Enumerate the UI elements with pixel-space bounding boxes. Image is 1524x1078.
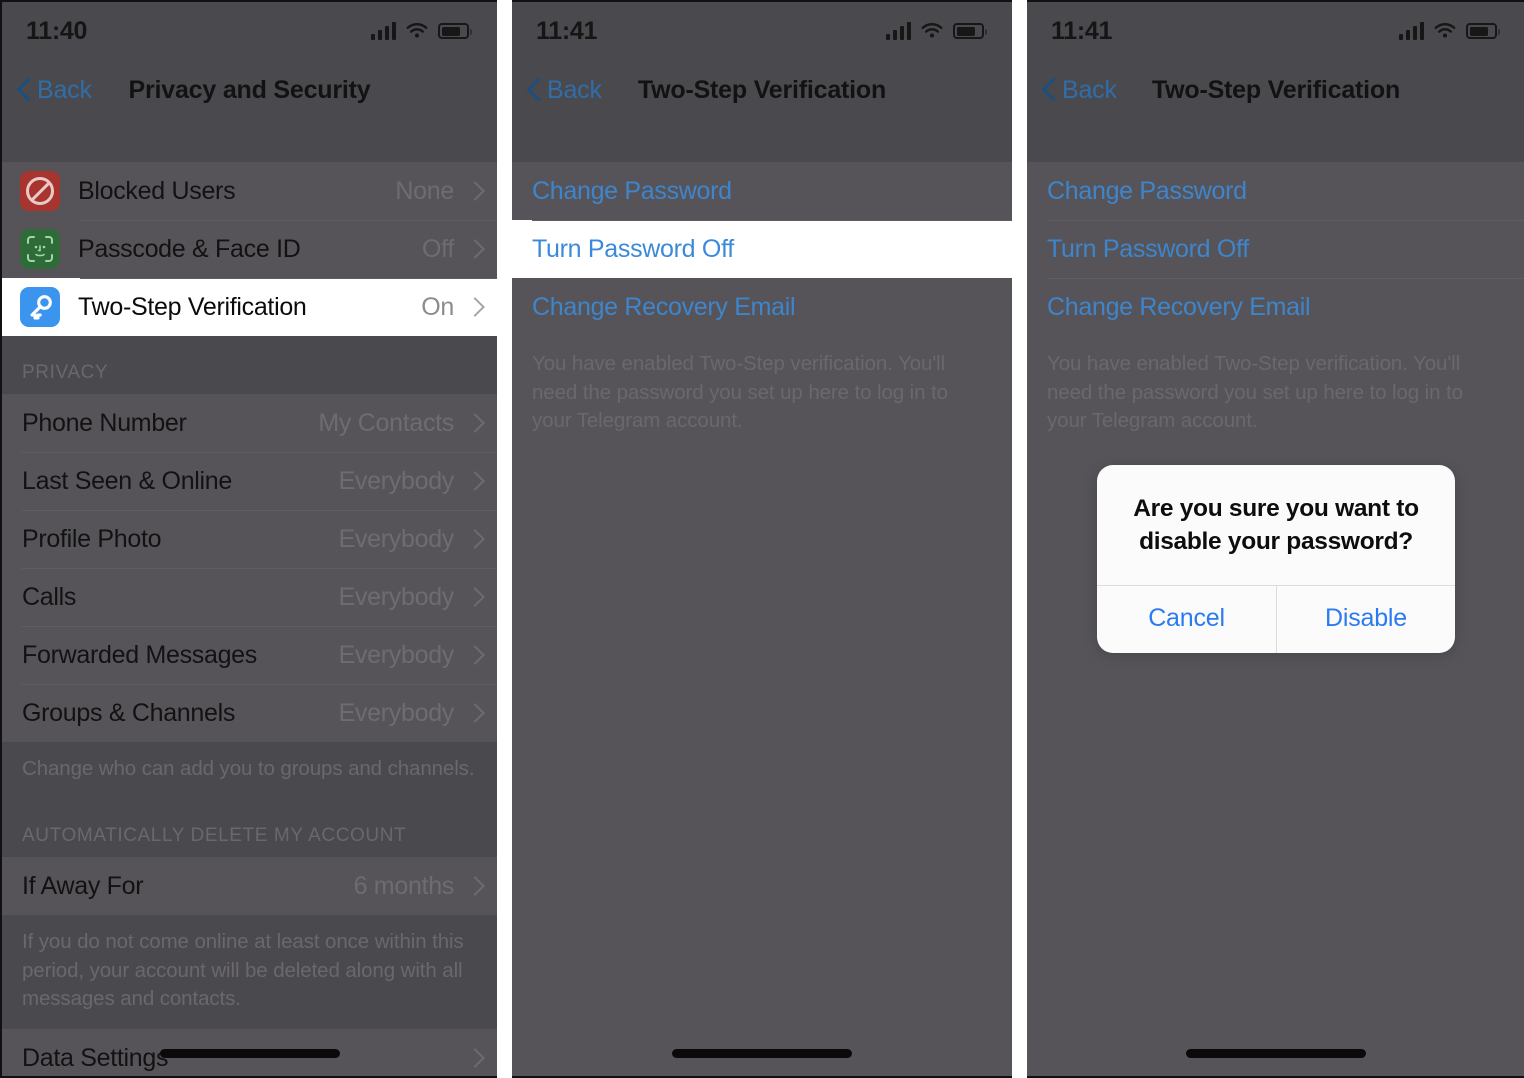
dialog-actions: Cancel Disable — [1097, 584, 1455, 653]
row-value: Everybody — [338, 582, 455, 611]
status-bar: 11:40 — [2, 2, 497, 60]
link-change-password[interactable]: Change Password — [512, 162, 1012, 220]
section-header-auto-delete: AUTOMATICALLY DELETE MY ACCOUNT — [2, 799, 497, 858]
row-label: Phone Number — [22, 408, 187, 437]
home-indicator[interactable] — [1186, 1049, 1366, 1058]
face-id-icon — [20, 229, 60, 269]
wifi-icon — [405, 22, 429, 40]
row-value: Everybody — [338, 698, 455, 727]
row-groups-channels[interactable]: Groups & Channels Everybody — [2, 684, 497, 742]
row-label: If Away For — [22, 871, 144, 900]
chevron-right-icon — [468, 297, 479, 317]
back-label: Back — [547, 75, 602, 104]
row-value: On — [421, 292, 454, 321]
row-passcode-face-id[interactable]: Passcode & Face ID Off — [2, 220, 497, 278]
link-label: Change Recovery Email — [532, 292, 796, 321]
back-button[interactable]: Back — [528, 76, 602, 105]
nav-bar: Back Two-Step Verification — [512, 60, 1012, 120]
row-label: Passcode & Face ID — [78, 234, 301, 263]
row-label: Calls — [22, 582, 77, 611]
nav-bar: Back Privacy and Security — [2, 60, 497, 120]
row-profile-photo[interactable]: Profile Photo Everybody — [2, 510, 497, 568]
chevron-left-icon — [528, 78, 541, 102]
chevron-right-icon — [468, 876, 479, 896]
dialog-body: Are you sure you want to disable your pa… — [1097, 465, 1455, 585]
chevron-right-icon — [468, 471, 479, 491]
chevron-right-icon — [468, 181, 479, 201]
row-two-step-verification[interactable]: Two-Step Verification On — [2, 278, 497, 336]
phone-panel-two-step-list: 11:41 Back Two-Step Verification Change … — [512, 0, 1012, 1078]
row-last-seen-online[interactable]: Last Seen & Online Everybody — [2, 452, 497, 510]
link-change-recovery-email[interactable]: Change Recovery Email — [512, 278, 1012, 336]
status-bar: 11:41 — [512, 2, 1012, 60]
home-indicator[interactable] — [672, 1049, 852, 1058]
row-value: Everybody — [338, 640, 455, 669]
home-indicator[interactable] — [159, 1049, 340, 1058]
row-calls[interactable]: Calls Everybody — [2, 568, 497, 626]
blocked-users-icon — [20, 171, 60, 211]
settings-list: Blocked Users None Passcode & Face ID Of… — [2, 120, 497, 1076]
row-label: Last Seen & Online — [22, 466, 233, 495]
status-icons — [370, 22, 472, 40]
back-label: Back — [37, 75, 92, 104]
chevron-right-icon — [468, 645, 479, 665]
signal-bars-icon — [370, 22, 396, 40]
row-label: Two-Step Verification — [78, 292, 307, 321]
link-label: Turn Password Off — [532, 234, 734, 263]
row-value: Off — [422, 234, 454, 263]
dialog-title: Are you sure you want to disable your pa… — [1133, 495, 1419, 555]
row-label: Profile Photo — [22, 524, 162, 553]
chevron-right-icon — [468, 529, 479, 549]
row-value: Everybody — [338, 466, 455, 495]
wifi-icon — [920, 22, 944, 40]
status-time: 11:41 — [536, 16, 598, 45]
section-header-privacy: PRIVACY — [2, 336, 497, 394]
row-forwarded-messages[interactable]: Forwarded Messages Everybody — [2, 626, 497, 684]
chevron-right-icon — [468, 1048, 479, 1068]
two-step-info-note: You have enabled Two-Step verification. … — [512, 336, 1012, 453]
row-label: Blocked Users — [78, 176, 236, 205]
signal-bars-icon — [885, 22, 911, 40]
status-time: 11:40 — [26, 16, 88, 45]
footer-note-privacy: Change who can add you to groups and cha… — [2, 742, 497, 800]
link-label: Change Password — [532, 176, 732, 205]
chevron-right-icon — [468, 703, 479, 723]
back-button[interactable]: Back — [18, 76, 92, 105]
phone-panel-disable-dialog: 11:41 Back Two-Step Verification Change … — [1027, 0, 1524, 1078]
row-value: 6 months — [353, 871, 455, 900]
row-blocked-users[interactable]: Blocked Users None — [2, 162, 497, 220]
battery-icon — [953, 23, 987, 39]
chevron-right-icon — [468, 413, 479, 433]
two-step-list: Change Password Turn Password Off Change… — [512, 120, 1012, 1076]
chevron-right-icon — [468, 239, 479, 259]
key-icon — [20, 287, 60, 327]
chevron-left-icon — [18, 78, 31, 102]
row-if-away-for[interactable]: If Away For 6 months — [2, 857, 497, 916]
phone-panel-privacy-security: 11:40 Back Privacy and Security Blocked … — [0, 0, 497, 1078]
row-label: Groups & Channels — [22, 698, 236, 727]
row-label: Forwarded Messages — [22, 640, 257, 669]
cancel-button[interactable]: Cancel — [1097, 586, 1276, 653]
row-phone-number[interactable]: Phone Number My Contacts — [2, 394, 497, 452]
disable-password-dialog: Are you sure you want to disable your pa… — [1097, 465, 1455, 653]
list-top-gap — [512, 120, 1012, 162]
screenshot-stage: 11:40 Back Privacy and Security Blocked … — [0, 0, 1524, 1078]
row-value: None — [395, 176, 454, 205]
row-label: Data Settings — [22, 1043, 169, 1072]
row-value: My Contacts — [318, 408, 454, 437]
status-icons — [885, 22, 987, 40]
chevron-right-icon — [468, 587, 479, 607]
list-top-gap — [2, 120, 497, 162]
battery-icon — [438, 23, 472, 39]
row-value: Everybody — [338, 524, 455, 553]
link-turn-password-off[interactable]: Turn Password Off — [512, 220, 1012, 278]
footer-note-auto-delete: If you do not come online at least once … — [2, 915, 497, 1030]
disable-button[interactable]: Disable — [1276, 585, 1455, 653]
